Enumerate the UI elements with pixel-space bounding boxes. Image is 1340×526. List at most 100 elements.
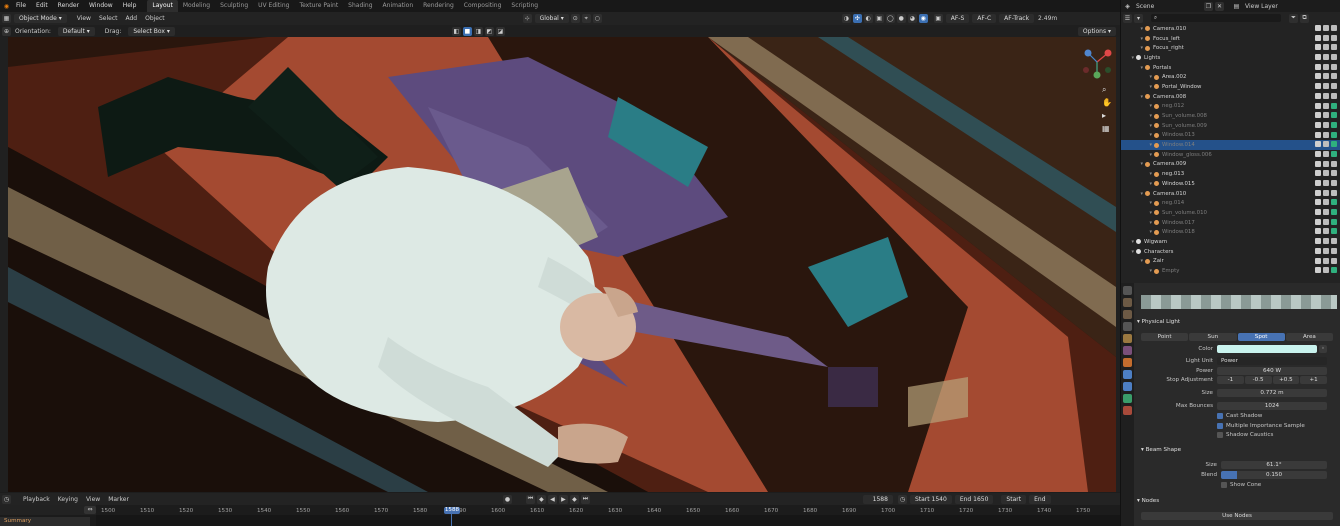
scene-tab-icon[interactable] (1123, 334, 1132, 343)
expand-arrow-icon[interactable]: ▾ (1121, 132, 1154, 138)
end-frame-field[interactable]: End 1650 (954, 494, 994, 504)
exclude-checkbox[interactable] (1315, 228, 1321, 235)
xray-icon[interactable]: ▣ (874, 14, 884, 23)
tool-icon[interactable]: ⊕ (2, 26, 11, 36)
render-camera-icon[interactable] (1331, 150, 1337, 157)
outliner-row[interactable]: ▾ Window.014 (1121, 140, 1340, 150)
exclude-checkbox[interactable] (1315, 218, 1321, 225)
render-camera-icon[interactable] (1331, 170, 1337, 177)
outliner-item-name[interactable]: Window.015 (1162, 181, 1195, 187)
outliner-item-name[interactable]: Characters (1144, 249, 1173, 255)
texture-tab-icon[interactable] (1123, 406, 1132, 415)
render-camera-icon[interactable] (1331, 131, 1337, 138)
outliner-row[interactable]: ▾ Lights (1121, 53, 1340, 63)
expand-arrow-icon[interactable]: ▾ (1121, 191, 1145, 197)
jump-start-icon[interactable]: ⏮ (525, 494, 535, 504)
stop-minus-1-button[interactable]: -1 (1217, 376, 1244, 384)
exclude-checkbox[interactable] (1315, 73, 1321, 80)
render-camera-icon[interactable] (1331, 44, 1337, 51)
outliner-row[interactable]: ▾ neg.014 (1121, 198, 1340, 208)
exclude-checkbox[interactable] (1315, 131, 1321, 138)
eye-icon[interactable] (1323, 34, 1329, 41)
gizmo-icon[interactable]: ✣ (852, 14, 862, 23)
menu-object[interactable]: Object (141, 15, 169, 22)
expand-arrow-icon[interactable]: ▾ (1121, 210, 1154, 216)
outliner-item-name[interactable]: Empty (1162, 268, 1179, 274)
menu-window[interactable]: Window (84, 0, 118, 12)
expand-arrow-icon[interactable]: ▾ (1121, 36, 1145, 42)
workspace-tab-compositing[interactable]: Compositing (459, 0, 507, 12)
outliner-row[interactable]: ▾ Sun_volume.009 (1121, 121, 1340, 131)
summary-channel[interactable]: Summary (0, 517, 90, 526)
expand-arrow-icon[interactable]: ▾ (1121, 239, 1136, 245)
exclude-checkbox[interactable] (1315, 63, 1321, 70)
outliner-item-name[interactable]: Focus_right (1153, 45, 1184, 51)
record-icon[interactable]: ● (502, 494, 512, 504)
outliner-item-name[interactable]: neg.012 (1162, 103, 1184, 109)
outliner-row[interactable]: ▾ Sun_volume.010 (1121, 208, 1340, 218)
exclude-checkbox[interactable] (1315, 257, 1321, 264)
exclude-checkbox[interactable] (1315, 83, 1321, 90)
outliner-row[interactable]: ▾ Wigwam (1121, 237, 1340, 247)
expand-arrow-icon[interactable]: ▾ (1121, 26, 1145, 32)
render-camera-icon[interactable] (1331, 189, 1337, 196)
render-camera-icon[interactable] (1331, 209, 1337, 216)
mis-row[interactable]: Multiple Importance Sample (1217, 423, 1305, 429)
select-mode-invert-icon[interactable]: ◪ (495, 26, 505, 36)
filter-icon[interactable]: ⏷ (1289, 13, 1298, 23)
expand-arrow-icon[interactable]: ▾ (1121, 152, 1154, 158)
eye-icon[interactable] (1323, 102, 1329, 109)
scene-name[interactable]: Scene (1132, 3, 1202, 10)
timeline-area[interactable]: 1500151015201530154015501560157015801590… (0, 505, 1120, 526)
eye-icon[interactable] (1323, 150, 1329, 157)
render-camera-icon[interactable] (1331, 34, 1337, 41)
outliner-item-name[interactable]: Wigwam (1144, 239, 1167, 245)
render-camera-icon[interactable] (1331, 141, 1337, 148)
shading-solid-icon[interactable]: ● (896, 14, 906, 23)
outliner-row[interactable]: ▾ Window.017 (1121, 218, 1340, 228)
menu-edit[interactable]: Edit (31, 0, 53, 12)
outliner-item-name[interactable]: neg.013 (1162, 171, 1184, 177)
exclude-checkbox[interactable] (1315, 180, 1321, 186)
outliner-item-name[interactable]: Portals (1153, 65, 1171, 71)
orientation-dropdown[interactable]: Default ▾ (57, 26, 95, 36)
play-reverse-icon[interactable]: ◀ (547, 494, 557, 504)
outliner-row[interactable]: ▾ Empty (1121, 266, 1340, 276)
overlay-icon[interactable]: ◐ (863, 14, 873, 23)
play-icon[interactable]: ▶ (558, 494, 568, 504)
outliner-row[interactable]: ▾ neg.013 (1121, 169, 1340, 179)
pivot-icon[interactable]: ⊙ (570, 14, 580, 23)
cast-shadow-row[interactable]: Cast Shadow (1217, 413, 1262, 419)
light-type-point[interactable]: Point (1141, 333, 1189, 341)
render-camera-icon[interactable] (1331, 54, 1337, 61)
stop-plus-half-button[interactable]: +0.5 (1272, 376, 1300, 384)
view-layer-name[interactable]: View Layer (1241, 3, 1282, 10)
menu-view[interactable]: View (73, 15, 95, 22)
playhead-line[interactable] (451, 514, 452, 526)
scene-icon[interactable]: ◈ (1123, 2, 1132, 11)
outliner-item-name[interactable]: Area.002 (1162, 74, 1186, 80)
outliner-item-name[interactable]: Sun_volume.008 (1162, 113, 1207, 119)
outliner-row[interactable]: ▾ Camera.008 (1121, 92, 1340, 102)
render-camera-icon[interactable] (1331, 247, 1337, 254)
outliner-item-name[interactable]: Camera.010 (1153, 191, 1186, 197)
expand-arrow-icon[interactable]: ▾ (1121, 74, 1154, 80)
exclude-checkbox[interactable] (1315, 209, 1321, 216)
zoom-icon[interactable]: ⌕ (1102, 83, 1112, 96)
expand-arrow-icon[interactable]: ▾ (1121, 94, 1145, 100)
proportional-edit-icon[interactable]: ○ (592, 14, 602, 23)
transform-orientation-dropdown[interactable]: Global ▾ (534, 14, 569, 23)
render-camera-icon[interactable] (1331, 121, 1337, 128)
view-layer-tab-icon[interactable] (1123, 322, 1132, 331)
render-camera-icon[interactable] (1331, 228, 1337, 235)
render-camera-icon[interactable] (1331, 112, 1337, 119)
outliner-row[interactable]: ▾ Area.002 (1121, 72, 1340, 82)
exclude-checkbox[interactable] (1315, 247, 1321, 254)
eye-icon[interactable] (1323, 112, 1329, 119)
exclude-checkbox[interactable] (1315, 189, 1321, 196)
shadow-caustics-row[interactable]: Shadow Caustics (1217, 432, 1273, 438)
scene-close-icon[interactable]: ✕ (1215, 1, 1224, 11)
expand-arrow-icon[interactable]: ▾ (1121, 123, 1154, 129)
eye-icon[interactable] (1323, 83, 1329, 90)
outliner-item-name[interactable]: Window.017 (1162, 220, 1195, 226)
